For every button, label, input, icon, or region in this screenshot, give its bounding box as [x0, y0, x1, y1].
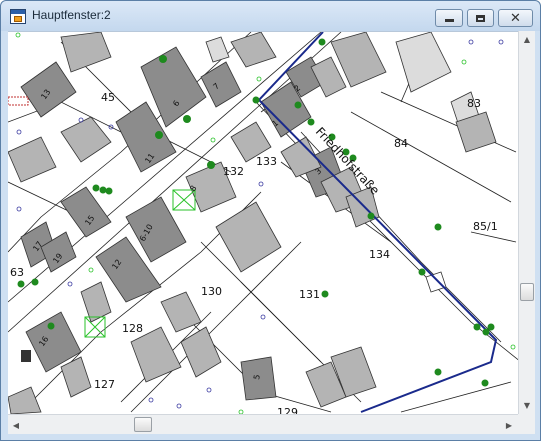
parcel-number: 131	[299, 288, 320, 301]
title-bar[interactable]: Hauptfenster:2 ✕	[1, 1, 540, 31]
hatched-marker	[8, 96, 29, 106]
scroll-left-arrow-icon[interactable]: ◀	[8, 417, 24, 433]
close-button[interactable]: ✕	[498, 9, 533, 27]
parcel-number: 84	[394, 137, 408, 150]
window-title: Hauptfenster:2	[32, 8, 111, 22]
close-icon: ✕	[510, 10, 521, 26]
horizontal-scrollbar[interactable]: ◀ ▶	[8, 414, 518, 434]
map-window: Hauptfenster:2 ✕ Friedhofstraße 45 83 84…	[0, 0, 541, 441]
parcel-number: 127	[94, 378, 115, 391]
buildings	[8, 32, 497, 414]
minimize-icon	[444, 19, 454, 22]
parcel-number: 63	[10, 266, 24, 279]
parcel-number: 83	[467, 97, 481, 110]
parcel-number: 134	[369, 248, 390, 261]
vertical-scroll-thumb[interactable]	[520, 283, 534, 301]
maximize-icon	[476, 14, 485, 22]
parcel-number: 130	[201, 285, 222, 298]
parcel-number: 45	[101, 91, 115, 104]
parcel-number: 132	[223, 165, 244, 178]
scroll-up-arrow-icon[interactable]: ▲	[519, 31, 535, 47]
scrollbar-corner	[518, 414, 535, 434]
app-window-icon[interactable]	[10, 9, 26, 24]
horizontal-scroll-thumb[interactable]	[134, 417, 152, 432]
parcel-number: 85/1	[473, 220, 498, 233]
scroll-down-arrow-icon[interactable]: ▼	[519, 397, 535, 413]
dark-marker	[21, 350, 31, 362]
parcel-number: 133	[256, 155, 277, 168]
vertical-scrollbar[interactable]: ▲ ▼	[518, 31, 535, 414]
minimize-button[interactable]	[435, 9, 463, 27]
map-canvas[interactable]: Friedhofstraße 45 83 84 133 132 85/1 134…	[8, 31, 518, 414]
parcel-number: 128	[122, 322, 143, 335]
scroll-right-arrow-icon[interactable]: ▶	[501, 417, 517, 433]
parcel-number: 129	[277, 406, 298, 414]
maximize-button[interactable]	[467, 9, 494, 27]
